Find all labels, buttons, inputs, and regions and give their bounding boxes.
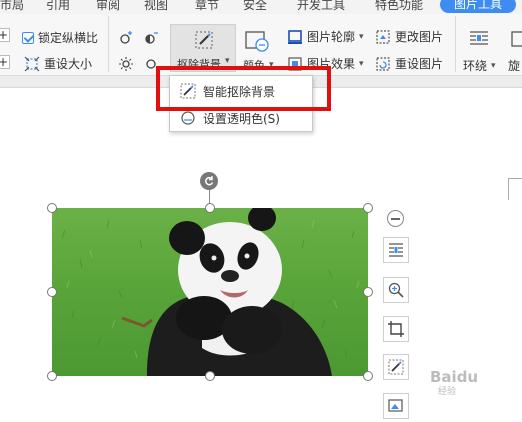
sun-minus-icon bbox=[119, 57, 133, 71]
picture-color-icon bbox=[245, 31, 269, 52]
ribbon-separator bbox=[455, 16, 456, 72]
picture-icon bbox=[388, 399, 403, 412]
wrap-button-icon-area[interactable] bbox=[468, 28, 490, 50]
change-picture-button[interactable]: 更改图片 bbox=[375, 28, 443, 45]
width-spin-plus[interactable]: + bbox=[0, 28, 10, 42]
resize-handle-bottom-center[interactable] bbox=[205, 371, 215, 381]
wrap-dropdown[interactable]: 环绕 ▾ bbox=[463, 57, 496, 74]
rotate-button-icon-area[interactable] bbox=[508, 28, 522, 50]
chevron-down-icon: ▾ bbox=[225, 56, 230, 66]
resize-handle-top-left[interactable] bbox=[47, 203, 57, 213]
reset-picture-button[interactable]: 重设图片 bbox=[375, 55, 443, 72]
lock-aspect-ratio-checkbox[interactable]: 锁定纵横比 bbox=[22, 29, 98, 46]
reset-picture-icon bbox=[376, 56, 390, 71]
remove-background-side-button[interactable] bbox=[383, 354, 409, 380]
text-wrap-icon bbox=[470, 31, 488, 45]
crop-button[interactable] bbox=[383, 316, 409, 342]
chevron-down-icon: ▾ bbox=[359, 58, 364, 69]
height-spin-plus[interactable]: + bbox=[0, 55, 10, 69]
brightness-increase-button[interactable] bbox=[118, 30, 134, 46]
resize-handle-top-center[interactable] bbox=[205, 203, 215, 213]
color-button-icon-area[interactable] bbox=[244, 30, 270, 52]
tab-developer[interactable]: 开发工具 bbox=[297, 0, 345, 13]
page-corner-mark bbox=[508, 178, 522, 200]
picture-tools-side-button[interactable] bbox=[383, 393, 409, 419]
tab-references[interactable]: 引用 bbox=[46, 0, 70, 13]
reset-size-button[interactable]: 重设大小 bbox=[24, 55, 92, 72]
rotate-dropdown[interactable]: 旋 bbox=[508, 57, 520, 74]
annotation-highlight-box bbox=[156, 66, 331, 111]
picture-outline-dropdown[interactable]: 图片轮廓 ▾ bbox=[287, 28, 364, 45]
layout-options-button[interactable] bbox=[383, 237, 409, 263]
rotate-label: 旋 bbox=[508, 59, 521, 73]
reset-size-label: 重设大小 bbox=[44, 57, 93, 71]
checkbox-checked-icon bbox=[22, 31, 34, 44]
resize-handle-top-right[interactable] bbox=[363, 203, 373, 213]
rotate-handle[interactable] bbox=[200, 172, 218, 190]
contrast-increase-button[interactable] bbox=[143, 30, 159, 46]
panda-illustration bbox=[61, 208, 360, 376]
ribbon-separator bbox=[108, 16, 109, 72]
remove-background-icon bbox=[195, 31, 213, 49]
resize-handle-middle-right[interactable] bbox=[363, 287, 373, 297]
resize-handle-bottom-right[interactable] bbox=[363, 371, 373, 381]
rotate-icon bbox=[511, 31, 522, 47]
plus-icon: + bbox=[0, 55, 10, 69]
zoom-in-icon bbox=[388, 282, 404, 298]
reset-picture-label: 重设图片 bbox=[395, 57, 444, 71]
outline-icon bbox=[288, 29, 302, 44]
tab-picture-tools[interactable]: 图片工具 bbox=[440, 0, 517, 13]
contrast-plus-icon bbox=[145, 32, 158, 44]
menu-item-label: 设置透明色(S) bbox=[203, 111, 280, 126]
chevron-down-icon: ▾ bbox=[359, 31, 364, 42]
collapse-toolbar-button[interactable] bbox=[387, 210, 404, 227]
rotate-arrow-icon bbox=[205, 176, 214, 186]
remove-background-icon bbox=[388, 359, 404, 375]
tab-review[interactable]: 审阅 bbox=[96, 0, 120, 13]
transparent-color-icon bbox=[181, 111, 195, 125]
plus-icon: + bbox=[0, 28, 10, 42]
tab-security[interactable]: 安全 bbox=[243, 0, 267, 13]
crop-icon bbox=[388, 321, 404, 337]
wrap-label: 环绕 bbox=[463, 59, 488, 73]
change-picture-label: 更改图片 bbox=[395, 30, 444, 44]
text-wrap-icon bbox=[389, 243, 403, 257]
reset-size-icon bbox=[24, 56, 40, 71]
lock-aspect-ratio-label: 锁定纵横比 bbox=[38, 31, 99, 45]
ribbon-tab-bar: 市局 引用 审阅 视图 章节 安全 开发工具 特色功能 图片工具 bbox=[0, 0, 522, 14]
chevron-down-icon: ▾ bbox=[491, 60, 496, 71]
panda-picture[interactable] bbox=[52, 208, 368, 376]
zoom-in-button[interactable] bbox=[383, 277, 409, 303]
change-picture-icon bbox=[376, 29, 390, 44]
remove-background-button[interactable]: 抠除背景 ▾ bbox=[170, 24, 236, 72]
picture-outline-label: 图片轮廓 bbox=[307, 30, 356, 44]
sun-plus-icon bbox=[120, 31, 132, 44]
resize-handle-middle-left[interactable] bbox=[47, 287, 57, 297]
brightness-decrease-button[interactable] bbox=[118, 56, 134, 72]
tab-section[interactable]: 章节 bbox=[195, 0, 219, 13]
watermark: Baidu 经验 bbox=[430, 368, 478, 397]
tab-layout[interactable]: 市局 bbox=[0, 0, 24, 13]
resize-handle-bottom-left[interactable] bbox=[47, 371, 57, 381]
tab-view[interactable]: 视图 bbox=[144, 0, 168, 13]
tab-special-features[interactable]: 特色功能 bbox=[375, 0, 423, 13]
